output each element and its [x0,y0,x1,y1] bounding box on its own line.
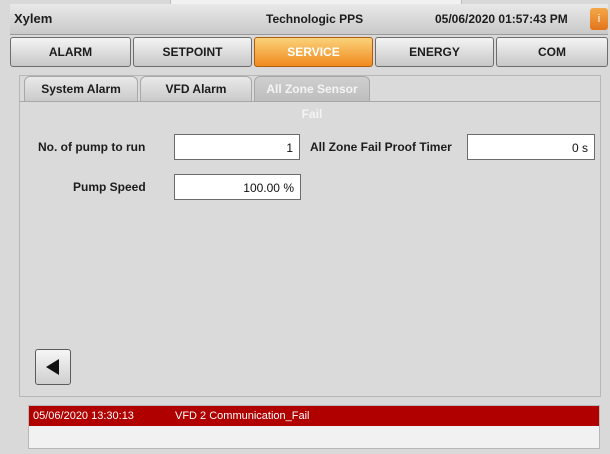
alarm-banner: 05/06/2020 13:30:13 VFD 2 Communication_… [28,405,600,449]
hmi-screen: Xylem Technologic PPS 05/06/2020 01:57:4… [0,0,610,454]
tab-service[interactable]: SERVICE [254,37,373,67]
pumps-to-run-label: No. of pump to run [38,140,146,154]
triangle-left-icon [46,359,59,375]
fail-proof-timer-field[interactable]: 0 s [467,134,595,160]
pump-speed-label: Pump Speed [73,180,146,194]
datetime-display: 05/06/2020 01:57:43 PM [435,12,568,26]
tab-energy[interactable]: ENERGY [375,37,494,67]
product-name: Technologic PPS [266,12,364,26]
subtab-vfd-alarm[interactable]: VFD Alarm [140,76,252,102]
pump-speed-field[interactable]: 100.00 % [174,174,301,200]
fail-proof-timer-label: All Zone Fail Proof Timer [310,140,452,154]
tab-com[interactable]: COM [496,37,608,67]
tab-setpoint[interactable]: SETPOINT [133,37,252,67]
back-button[interactable] [35,349,71,385]
info-button[interactable]: i [590,8,608,30]
tab-alarm[interactable]: ALARM [10,37,131,67]
title-bar: Xylem Technologic PPS 05/06/2020 01:57:4… [10,4,608,35]
main-tab-bar: ALARM SETPOINT SERVICE ENERGY COM [10,37,608,67]
alarm-message: VFD 2 Communication_Fail [175,410,310,422]
subtab-system-alarm[interactable]: System Alarm [24,76,138,102]
subtab-divider [19,101,600,102]
alarm-row[interactable]: 05/06/2020 13:30:13 VFD 2 Communication_… [29,406,599,426]
pumps-to-run-field[interactable]: 1 [174,134,300,160]
app-name: Xylem [14,11,53,26]
subtab-all-zone-sensor-fail[interactable]: All Zone Sensor Fail [254,76,370,121]
alarm-timestamp: 05/06/2020 13:30:13 [33,410,134,422]
